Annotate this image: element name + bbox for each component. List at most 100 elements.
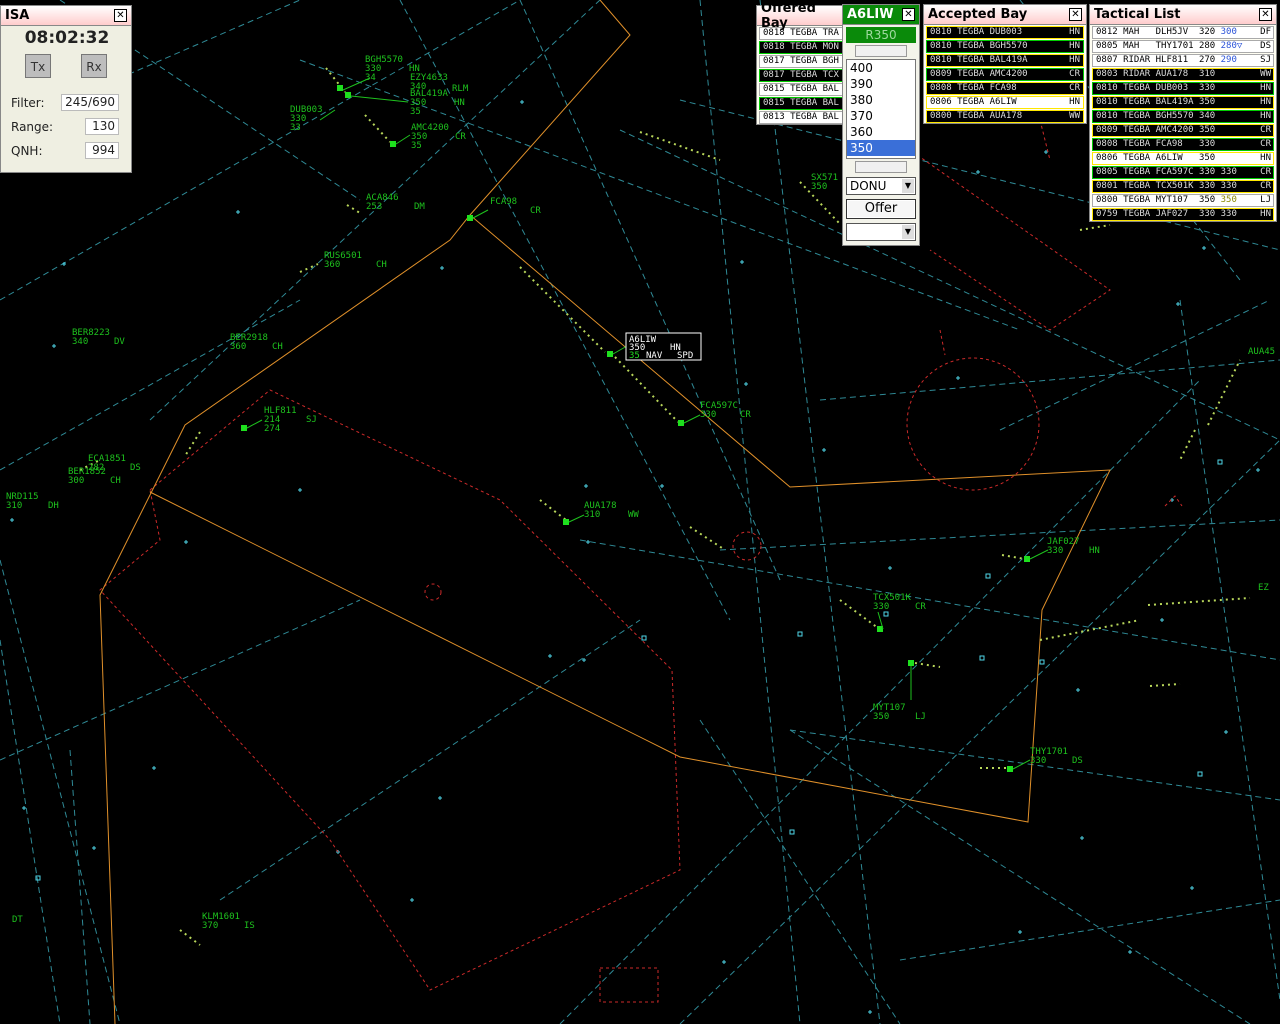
aircraft-level[interactable]: 253 [366, 202, 382, 212]
rx-button[interactable]: Rx [81, 54, 107, 78]
aircraft-callsign[interactable]: EZ [1258, 583, 1269, 593]
aircraft-level[interactable]: 360 [230, 342, 246, 352]
isa-titlebar[interactable]: ISA ✕ [1, 6, 131, 26]
aircraft-sector[interactable]: SJ [306, 415, 317, 425]
offered-strip[interactable]: 0815 TEGBA BAL [759, 83, 845, 96]
selected-spd[interactable]: SPD [677, 351, 693, 361]
aircraft-sector[interactable]: WW [628, 510, 639, 520]
chevron-down-icon[interactable]: ▼ [902, 179, 914, 193]
offered-strip[interactable]: 0818 TEGBA TRA [759, 27, 845, 40]
aircraft-cleared-level[interactable]: 274 [264, 424, 280, 434]
aircraft-level[interactable]: 370 [202, 921, 218, 931]
aircraft-level[interactable]: 350 [873, 712, 889, 722]
aircraft-sector[interactable]: DS [1072, 756, 1083, 766]
aircraft-callsign[interactable]: AUA45 [1248, 347, 1275, 357]
accepted-strip[interactable]: 0810 TEGBA BAL419A HN [926, 54, 1084, 67]
offered-strip[interactable]: 0815 TEGBA BAL [759, 97, 845, 110]
secondary-select[interactable]: ▼ [846, 223, 916, 241]
accepted-strip[interactable]: 0808 TEGBA FCA98 CR [926, 82, 1084, 95]
offered-strip[interactable]: 0813 TEGBA BAL [759, 111, 845, 124]
tactical-strip[interactable]: 0805 TEGBA FCA597C 330 330 CR [1092, 166, 1274, 179]
level-option[interactable]: 380 [847, 92, 915, 108]
aircraft-level[interactable]: 330 [1047, 546, 1063, 556]
aircraft-sector[interactable]: CH [110, 476, 121, 486]
offered-strip[interactable]: 0817 TEGBA BGH [759, 55, 845, 68]
offered-strip[interactable]: 0817 TEGBA TCX [759, 69, 845, 82]
aircraft-level[interactable]: 330 [873, 602, 889, 612]
offer-button[interactable]: Offer [846, 199, 916, 219]
aircraft-sector[interactable]: DH [48, 501, 59, 511]
filter-field[interactable]: 245/690 [61, 94, 119, 111]
aircraft-level[interactable]: 350 [811, 182, 827, 192]
aircraft-level[interactable]: 300 [68, 476, 84, 486]
close-icon[interactable]: ✕ [1069, 8, 1082, 21]
accepted-strip[interactable]: 0809 TEGBA AMC4200 CR [926, 68, 1084, 81]
aircraft-sector[interactable]: HN [1089, 546, 1100, 556]
tactical-strip[interactable]: 0800 TEGBA MYT107 350 350 LJ [1092, 194, 1274, 207]
aircraft-sector[interactable]: DS [130, 463, 141, 473]
accepted-strip[interactable]: 0806 TEGBA A6LIW HN [926, 96, 1084, 109]
selected-nav[interactable]: NAV [646, 351, 663, 361]
aircraft-cleared-level[interactable]: 35 [410, 107, 421, 117]
tactical-strip[interactable]: 0807 RIDAR HLF811 270 290 SJ [1092, 54, 1274, 67]
accepted-bay-titlebar[interactable]: Accepted Bay ✕ [924, 5, 1086, 25]
level-option[interactable]: 360 [847, 124, 915, 140]
aircraft-cleared-level[interactable]: 35 [411, 141, 422, 151]
aircraft-level[interactable]: 330 [700, 410, 716, 420]
level-option[interactable]: 370 [847, 108, 915, 124]
tactical-strip[interactable]: 0809 TEGBA AMC4200 350 CR [1092, 124, 1274, 137]
aircraft-sector[interactable]: CR [455, 132, 466, 142]
close-icon[interactable]: ✕ [902, 8, 915, 21]
aircraft-sector[interactable]: DV [114, 337, 125, 347]
aircraft-sector[interactable]: CH [272, 342, 283, 352]
aircraft-sector[interactable]: CR [915, 602, 926, 612]
tactical-strip[interactable]: 0801 TEGBA TCX501K 330 330 CR [1092, 180, 1274, 193]
aircraft-level[interactable]: 310 [6, 501, 22, 511]
aircraft-cleared-level[interactable]: 34 [365, 73, 376, 83]
aircraft-labels[interactable]: BGH5570330 HN34 EZY4633340BAL419A350 HN35DU… [6, 55, 1275, 931]
selected-aircraft-label[interactable]: A6LIW 350 HN 35 NAV SPD [625, 332, 702, 361]
aircraft-level[interactable]: 360 [324, 260, 340, 270]
accepted-strip[interactable]: 0800 TEGBA AUA178 WW [926, 110, 1084, 123]
aircraft-sector[interactable]: LJ [915, 712, 926, 722]
tactical-list-titlebar[interactable]: Tactical List ✕ [1090, 5, 1276, 25]
popup-titlebar[interactable]: A6LIW ✕ [843, 5, 919, 25]
close-icon[interactable]: ✕ [1259, 8, 1272, 21]
radar-scope[interactable]: BGH5570330 HN34 EZY4633340BAL419A350 HN35DU… [0, 0, 1280, 1024]
aircraft-sector[interactable]: CH [376, 260, 387, 270]
tactical-strip[interactable]: 0810 TEGBA DUB003 330 HN [1092, 82, 1274, 95]
aircraft-level[interactable]: 330 [1030, 756, 1046, 766]
aircraft-level[interactable]: 340 [72, 337, 88, 347]
qnh-field[interactable]: 994 [85, 142, 119, 159]
range-field[interactable]: 130 [85, 118, 119, 135]
tactical-strip[interactable]: 0759 TEGBA JAF027 330 330 HN [1092, 208, 1274, 221]
tactical-strip[interactable]: 0805 MAH THY1701 280 280▽ DS [1092, 40, 1274, 53]
tactical-strip[interactable]: 0808 TEGBA FCA98 330 CR [1092, 138, 1274, 151]
aircraft-level[interactable]: 310 [584, 510, 600, 520]
aircraft-sector[interactable]: CR [740, 410, 751, 420]
route-select[interactable]: DONU ▼ [846, 177, 916, 195]
tx-button[interactable]: Tx [25, 54, 51, 78]
level-option[interactable]: 400 [847, 60, 915, 76]
aircraft-sector[interactable]: HN [454, 98, 465, 108]
accepted-strip[interactable]: 0810 TEGBA DUB003 HN [926, 26, 1084, 39]
aircraft-callsign[interactable]: FCA98 [490, 197, 517, 207]
tactical-strip[interactable]: 0810 TEGBA BGH5570 340 HN [1092, 110, 1274, 123]
aircraft-sector[interactable]: IS [244, 921, 255, 931]
level-list[interactable]: 400 390 380 370 360 350 [846, 59, 916, 159]
chevron-down-icon[interactable]: ▼ [902, 225, 914, 239]
aircraft-sector[interactable]: DM [414, 202, 425, 212]
aircraft-cleared-level[interactable]: 33 [290, 123, 301, 133]
offered-strip[interactable]: 0818 TEGBA MON [759, 41, 845, 54]
level-down-button[interactable] [855, 161, 907, 173]
level-up-button[interactable] [855, 45, 907, 57]
tactical-strip[interactable]: 0812 MAH DLH5JV 320 300 DF [1092, 26, 1274, 39]
tactical-strip[interactable]: 0803 RIDAR AUA178 310 WW [1092, 68, 1274, 81]
level-option-selected[interactable]: 350 [847, 140, 915, 156]
level-option[interactable]: 390 [847, 76, 915, 92]
tactical-strip[interactable]: 0806 TEGBA A6LIW 350 HN [1092, 152, 1274, 165]
aircraft-sector[interactable]: CR [530, 206, 541, 216]
tactical-strip[interactable]: 0810 TEGBA BAL419A 350 HN [1092, 96, 1274, 109]
offered-bay-titlebar[interactable]: Offered Bay [757, 1, 847, 31]
accepted-strip[interactable]: 0810 TEGBA BGH5570 HN [926, 40, 1084, 53]
